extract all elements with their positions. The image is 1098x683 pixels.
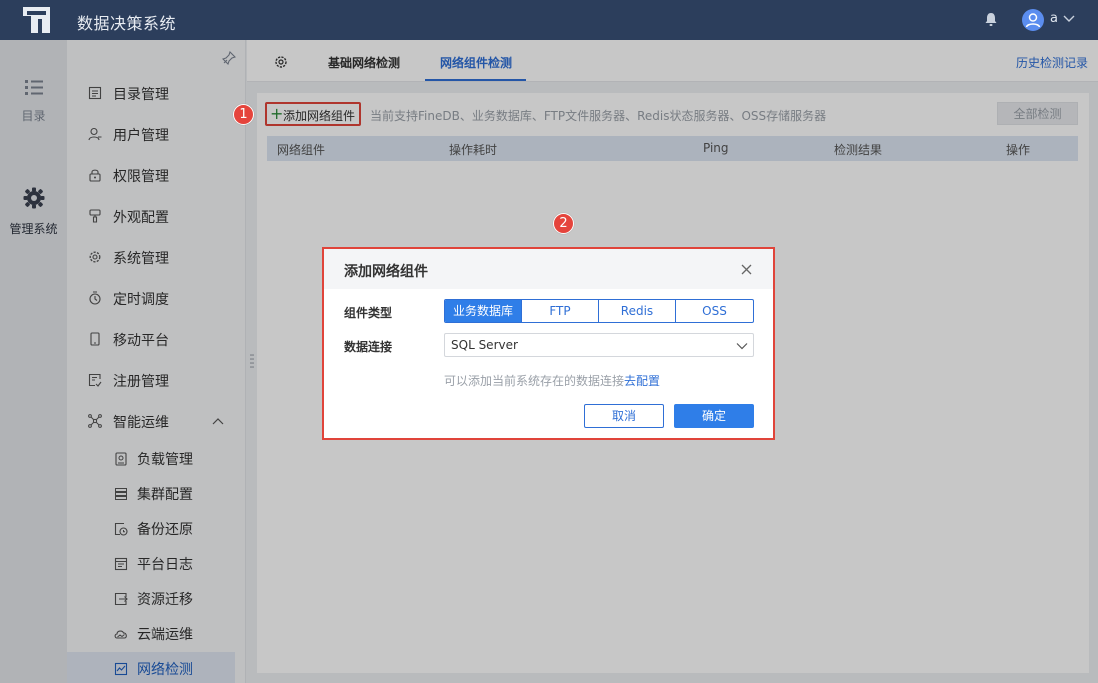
data-connection-select[interactable]: SQL Server (444, 333, 754, 357)
type-option-oss[interactable]: OSS (676, 300, 753, 322)
data-connection-label: 数据连接 (344, 340, 393, 354)
type-option-ftp[interactable]: FTP (522, 300, 599, 322)
type-option-redis[interactable]: Redis (599, 300, 676, 322)
avatar[interactable] (1022, 9, 1044, 31)
callout-marker-2: 2 (553, 213, 574, 234)
confirm-button[interactable]: 确定 (674, 404, 754, 428)
configure-link[interactable]: 去配置 (624, 374, 660, 388)
connection-hint-text: 可以添加当前系统存在的数据连接 (444, 374, 625, 388)
close-icon[interactable] (741, 264, 752, 275)
app-logo (23, 7, 50, 33)
component-type-segmented: 业务数据库 FTP Redis OSS (444, 299, 754, 323)
add-component-dialog: 添加网络组件 组件类型 业务数据库 FTP Redis OSS 数据连接 SQL… (322, 247, 775, 440)
cancel-button[interactable]: 取消 (584, 404, 664, 428)
app-title: 数据决策系统 (77, 14, 177, 33)
type-option-business-db[interactable]: 业务数据库 (445, 300, 522, 322)
dialog-header: 添加网络组件 (324, 249, 773, 289)
bell-icon[interactable] (984, 12, 998, 27)
data-connection-value: SQL Server (451, 338, 518, 352)
connection-hint: 可以添加当前系统存在的数据连接去配置 (444, 372, 660, 389)
chevron-down-icon (736, 343, 748, 350)
chevron-down-icon[interactable] (1063, 14, 1075, 24)
user-avatar-icon (1025, 13, 1041, 28)
callout-marker-1: 1 (233, 104, 254, 125)
component-type-label: 组件类型 (344, 306, 393, 320)
user-name[interactable]: a (1050, 11, 1058, 26)
dialog-title: 添加网络组件 (344, 264, 428, 280)
